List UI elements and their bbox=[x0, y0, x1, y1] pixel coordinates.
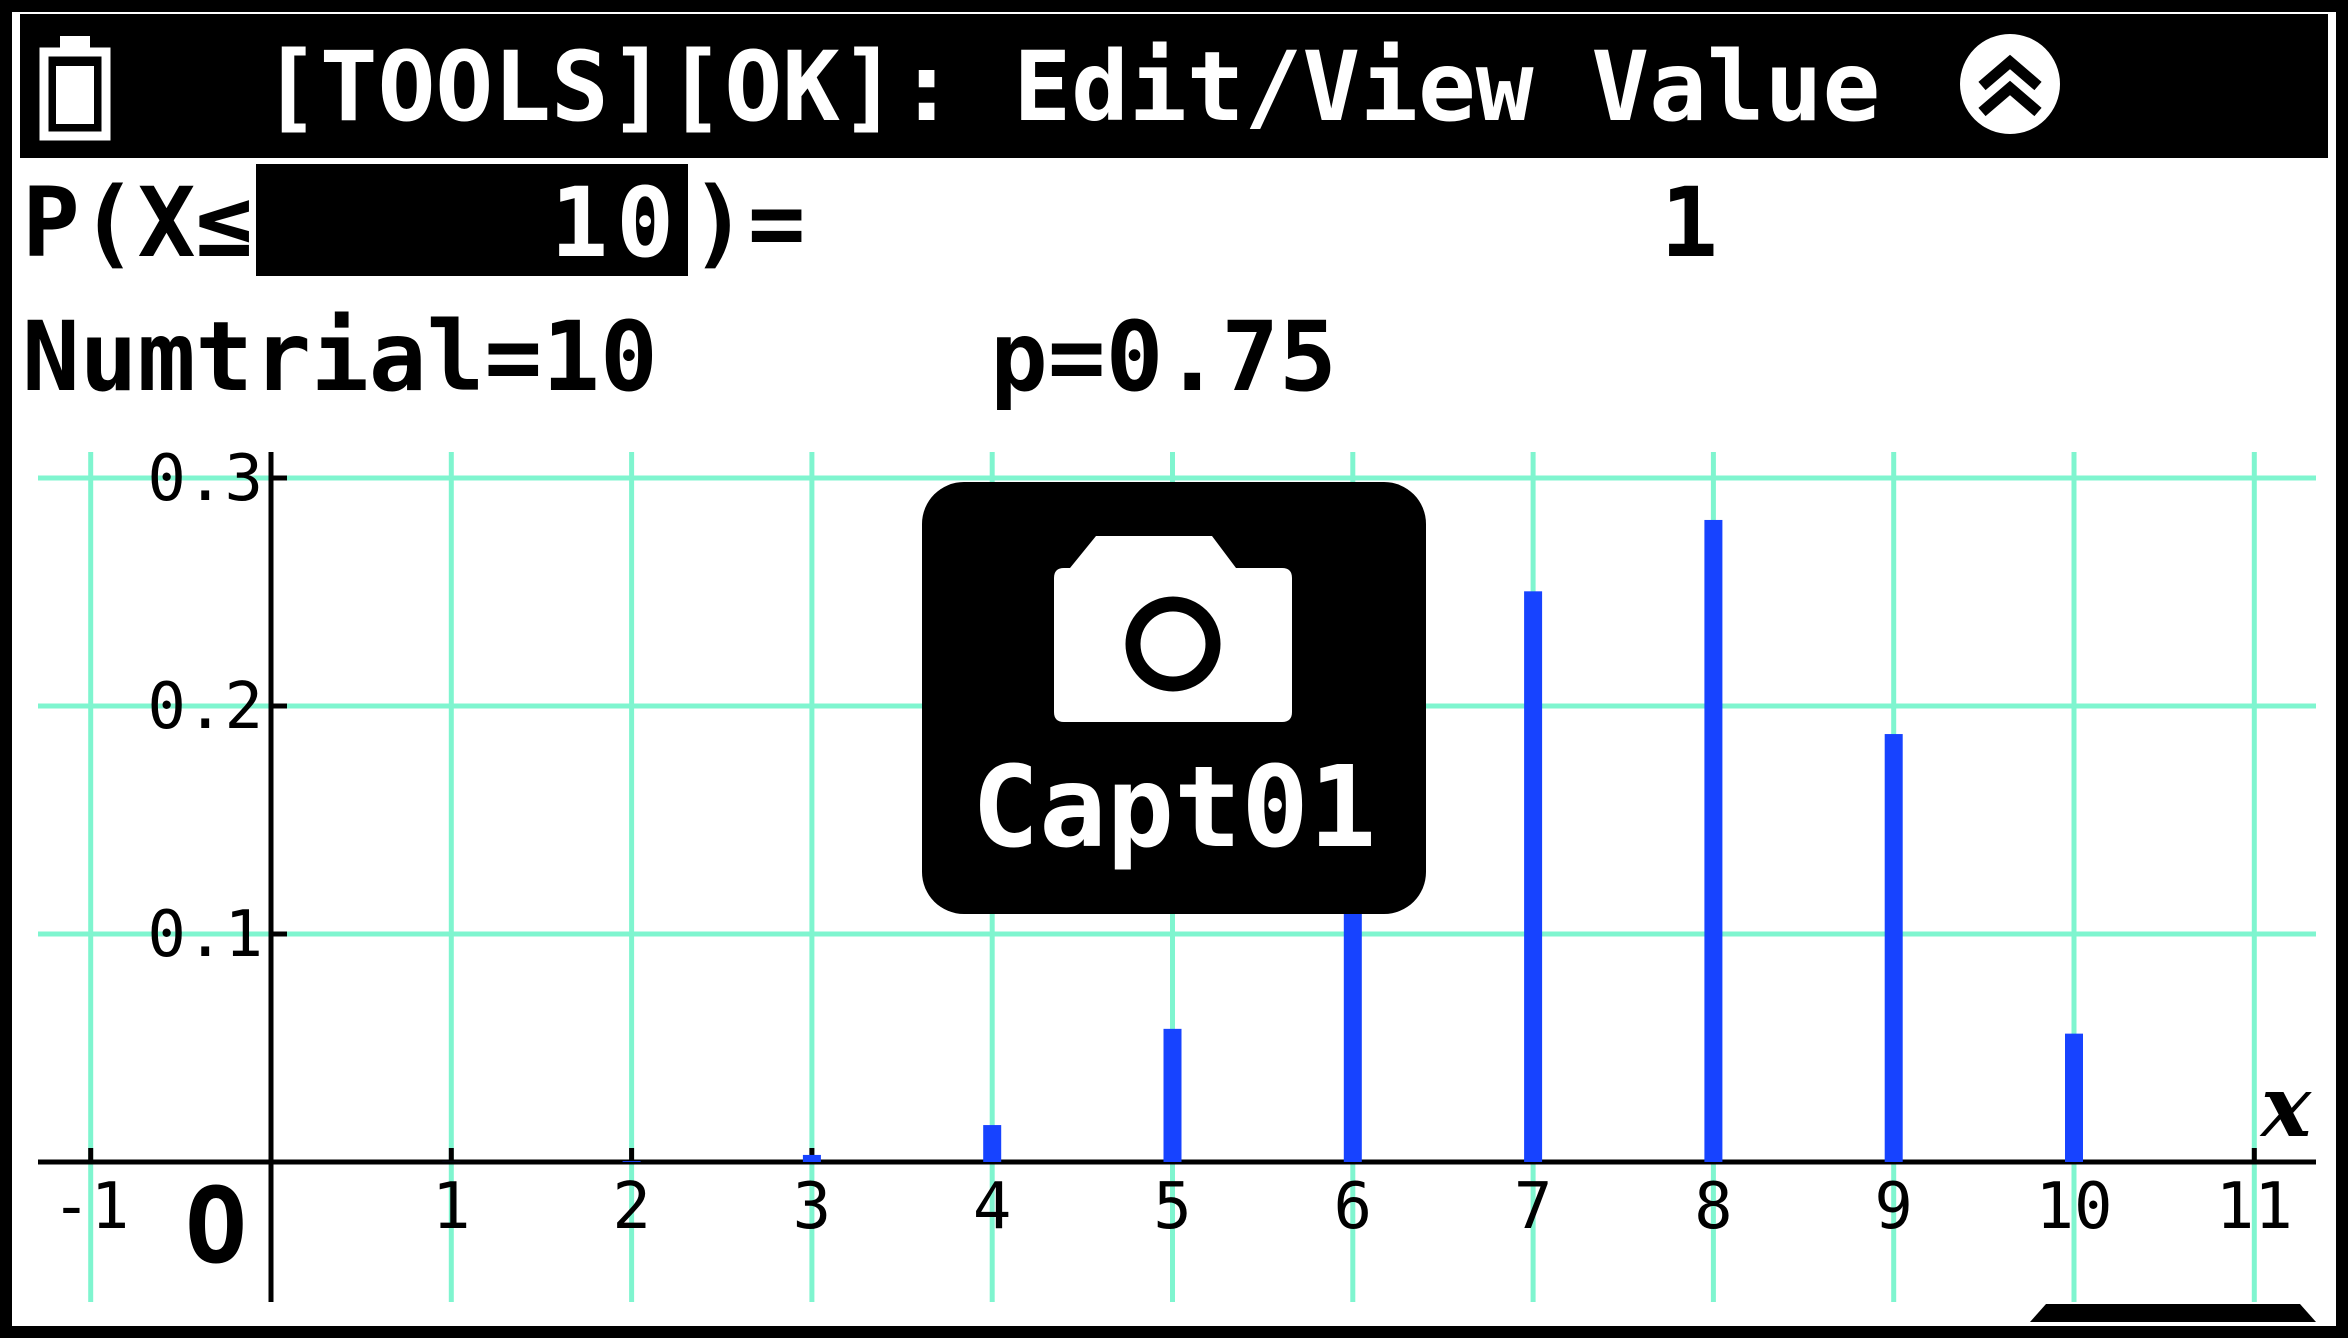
bar-x-9 bbox=[1884, 734, 1903, 1162]
x-tick-label: 11 bbox=[2216, 1170, 2293, 1244]
title-text: [TOOLS][OK]: Edit/View Value bbox=[262, 31, 1880, 143]
prob-result: 1 bbox=[1660, 167, 1718, 279]
bar-x-3 bbox=[802, 1154, 821, 1162]
calculator-screen: [TOOLS][OK]: Edit/View Value P(X≤ 10 )= … bbox=[0, 0, 2348, 1338]
x-tick-label: 8 bbox=[1694, 1170, 1733, 1244]
x-tick-label: 10 bbox=[2035, 1170, 2112, 1244]
capture-popup: Capt01 bbox=[922, 482, 1426, 914]
numtrial-text: Numtrial=10 bbox=[22, 301, 658, 413]
x-tick-label: 5 bbox=[1153, 1170, 1192, 1244]
x-tick-label: 9 bbox=[1874, 1170, 1913, 1244]
capture-label: Capt01 bbox=[972, 743, 1377, 873]
origin-label: O bbox=[185, 1165, 248, 1287]
p-text: p=0.75 bbox=[990, 301, 1337, 413]
x-tick-label: 2 bbox=[612, 1170, 651, 1244]
double-chevron-up-icon[interactable] bbox=[1960, 34, 2060, 134]
bar-x-5 bbox=[1163, 1028, 1182, 1162]
bar-x-10 bbox=[2065, 1033, 2083, 1162]
x-axis-label: x bbox=[2259, 1057, 2312, 1156]
bar-x-2 bbox=[622, 1161, 641, 1162]
x-tick-label: 1 bbox=[432, 1170, 471, 1244]
y-tick-label: 0.3 bbox=[147, 442, 263, 516]
y-tick-label: 0.2 bbox=[147, 670, 263, 744]
x-tick-label: 3 bbox=[793, 1170, 832, 1244]
prob-input-value[interactable]: 10 bbox=[550, 167, 682, 279]
prob-label-suffix: )= bbox=[690, 167, 806, 279]
bar-x-7 bbox=[1524, 591, 1543, 1162]
bar-x-4 bbox=[983, 1125, 1002, 1162]
x-tick-label: 7 bbox=[1514, 1170, 1553, 1244]
bar-x-8 bbox=[1704, 519, 1723, 1162]
prob-label-prefix: P(X≤ bbox=[22, 167, 253, 279]
x-tick-label: 4 bbox=[973, 1170, 1012, 1244]
y-tick-label: 0.1 bbox=[147, 898, 263, 972]
x-tick-label: -1 bbox=[52, 1170, 129, 1244]
scroll-indicator bbox=[2030, 1304, 2316, 1322]
x-tick-label: 6 bbox=[1334, 1170, 1373, 1244]
